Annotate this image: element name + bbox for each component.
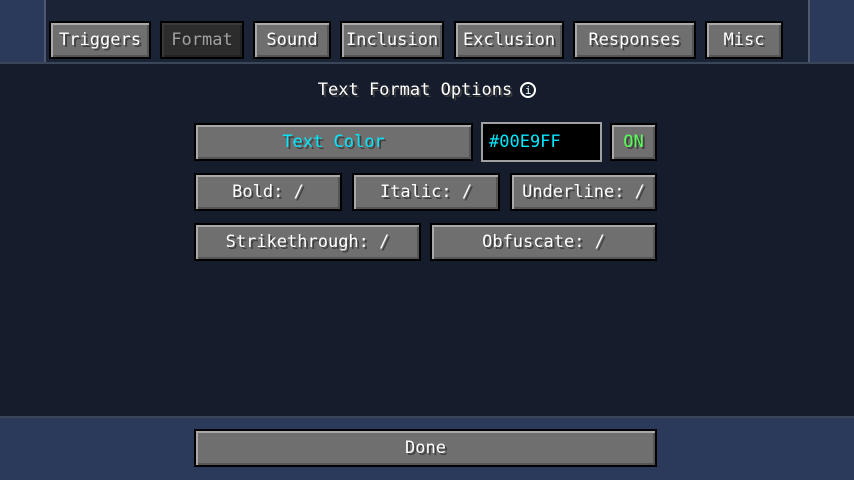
tab-responses[interactable]: Responses: [573, 21, 696, 59]
strikethrough-toggle-button[interactable]: Strikethrough: /: [194, 223, 421, 261]
bold-toggle-button[interactable]: Bold: /: [194, 173, 342, 211]
tab-misc[interactable]: Misc: [705, 21, 783, 59]
tab-triggers[interactable]: Triggers: [49, 21, 151, 59]
tab-inclusion[interactable]: Inclusion: [340, 21, 444, 59]
section-title-text: Text Format Options: [317, 80, 513, 100]
done-button[interactable]: Done: [194, 429, 657, 467]
tab-exclusion[interactable]: Exclusion: [454, 21, 564, 59]
section-title: Text Format Options i: [0, 78, 854, 102]
tab-format[interactable]: Format: [160, 21, 244, 59]
info-icon[interactable]: i: [520, 82, 537, 98]
underline-toggle-button[interactable]: Underline: /: [510, 173, 657, 211]
main-panel: [0, 62, 854, 418]
tab-sound[interactable]: Sound: [253, 21, 331, 59]
color-toggle-button[interactable]: ON: [610, 123, 657, 161]
italic-toggle-button[interactable]: Italic: /: [352, 173, 500, 211]
obfuscate-toggle-button[interactable]: Obfuscate: /: [430, 223, 657, 261]
text-color-button[interactable]: Text Color: [194, 123, 473, 161]
hex-color-input[interactable]: [481, 122, 602, 162]
